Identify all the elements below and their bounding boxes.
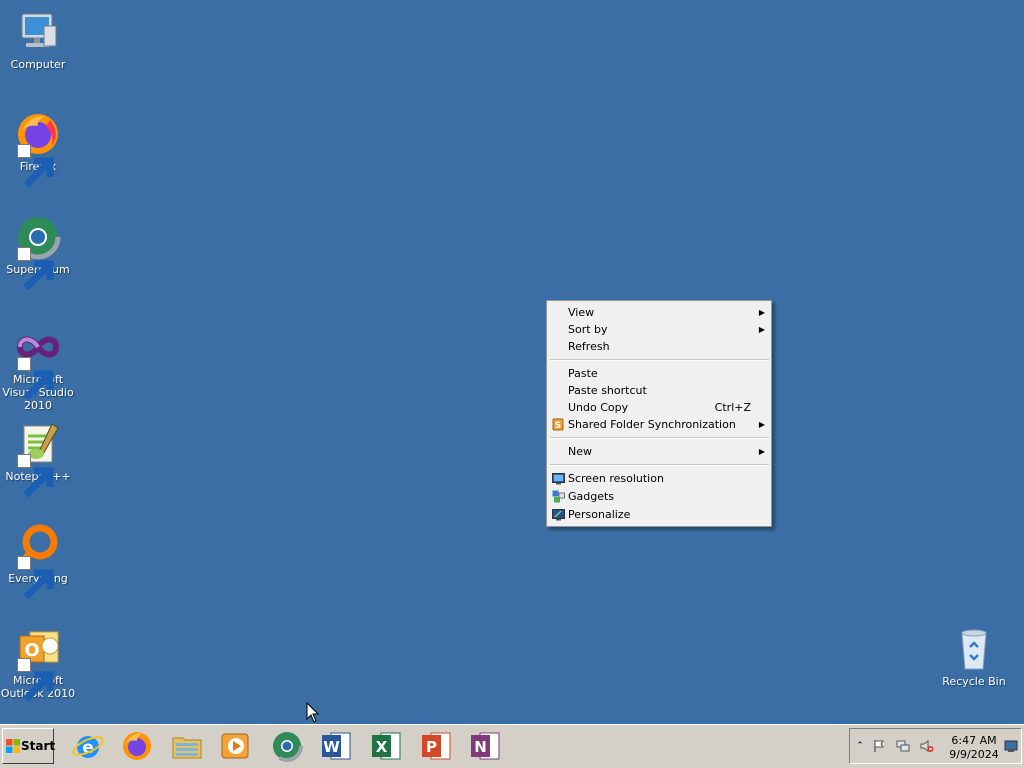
ie-icon: e bbox=[72, 736, 104, 758]
powerpoint-icon: P bbox=[422, 732, 451, 760]
desktop-icon-supermium[interactable]: Supermium bbox=[0, 213, 76, 291]
svg-text:X: X bbox=[376, 738, 388, 756]
menu-item-view[interactable]: View ▶ bbox=[547, 304, 771, 321]
taskbar: Start e W X P N ⌃ 6:47 AM 9/9/2024 bbox=[0, 724, 1024, 768]
firefox-icon bbox=[123, 732, 151, 760]
word-icon: W bbox=[322, 732, 351, 760]
start-button[interactable]: Start bbox=[2, 728, 56, 764]
clock-date: 9/9/2024 bbox=[949, 748, 999, 761]
outlook-icon: O bbox=[14, 624, 62, 702]
menu-item-label: Personalize bbox=[568, 508, 631, 521]
mouse-cursor-icon bbox=[306, 701, 320, 724]
visual-studio-icon bbox=[14, 323, 62, 401]
shortcut-arrow-icon bbox=[17, 144, 54, 188]
shortcut-arrow-icon bbox=[17, 658, 54, 702]
menu-item-new[interactable]: New ▶ bbox=[547, 443, 771, 460]
system-tray: ⌃ 6:47 AM 9/9/2024 bbox=[849, 728, 1022, 764]
screen-resolution-icon bbox=[552, 472, 565, 485]
menu-item-accelerator: Ctrl+Z bbox=[714, 401, 751, 414]
desktop-context-menu: View ▶ Sort by ▶ Refresh Paste Paste sho… bbox=[546, 300, 772, 527]
network-icon[interactable] bbox=[896, 739, 910, 753]
menu-item-personalize[interactable]: Personalize bbox=[547, 506, 771, 524]
taskbar-explorer[interactable] bbox=[170, 729, 204, 763]
menu-item-undo-copy[interactable]: Undo Copy Ctrl+Z bbox=[547, 399, 771, 416]
explorer-icon bbox=[172, 737, 202, 759]
taskbar-onenote[interactable]: N bbox=[468, 729, 502, 763]
svg-text:N: N bbox=[474, 738, 487, 756]
show-hidden-icons-icon[interactable]: ⌃ bbox=[853, 739, 867, 753]
notepadpp-icon bbox=[14, 420, 62, 498]
everything-icon bbox=[14, 522, 62, 600]
start-label: Start bbox=[21, 739, 56, 753]
action-center-flag-icon[interactable] bbox=[872, 739, 886, 753]
menu-separator bbox=[550, 437, 769, 439]
shortcut-arrow-icon bbox=[17, 247, 54, 291]
onenote-icon: N bbox=[471, 732, 500, 760]
taskbar-word[interactable]: W bbox=[319, 729, 353, 763]
taskbar-powerpoint[interactable]: P bbox=[419, 729, 453, 763]
desktop-icon-everything[interactable]: Everything bbox=[0, 522, 76, 600]
supermium-icon bbox=[14, 213, 62, 291]
desktop-icon-recycle-bin[interactable]: Recycle Bin bbox=[936, 625, 1012, 688]
taskbar-excel[interactable]: X bbox=[369, 729, 403, 763]
clock-time: 6:47 AM bbox=[951, 734, 997, 747]
menu-item-label: Shared Folder Synchronization bbox=[568, 418, 736, 431]
desktop-icon-computer[interactable]: Computer bbox=[0, 8, 76, 71]
recycle-bin-icon bbox=[950, 625, 998, 673]
menu-item-gadgets[interactable]: Gadgets bbox=[547, 488, 771, 506]
menu-item-label: Refresh bbox=[568, 340, 610, 353]
computer-icon bbox=[14, 8, 62, 56]
taskbar-media-player[interactable] bbox=[219, 729, 253, 763]
menu-item-label: Screen resolution bbox=[568, 472, 664, 485]
svg-text:W: W bbox=[323, 738, 340, 756]
personalize-icon bbox=[552, 508, 565, 521]
shortcut-arrow-icon bbox=[17, 357, 54, 401]
desktop-icon-visual-studio[interactable]: Microsoft Visual Studio 2010 bbox=[0, 323, 76, 412]
menu-item-label: Sort by bbox=[568, 323, 608, 336]
menu-item-paste[interactable]: Paste bbox=[547, 365, 771, 382]
menu-item-paste-shortcut[interactable]: Paste shortcut bbox=[547, 382, 771, 399]
desktop-icon-outlook[interactable]: O Microsoft Outlook 2010 bbox=[0, 624, 76, 702]
supermium-icon bbox=[271, 730, 303, 762]
gadgets-icon bbox=[552, 490, 565, 503]
menu-item-label: New bbox=[568, 445, 592, 458]
menu-separator bbox=[550, 359, 769, 361]
desktop-icon-label: Recycle Bin bbox=[942, 675, 1006, 688]
submenu-arrow-icon: ▶ bbox=[758, 420, 765, 429]
sync-icon: S bbox=[552, 418, 565, 431]
menu-item-label: View bbox=[568, 306, 595, 319]
windows-logo-icon bbox=[6, 739, 20, 753]
menu-item-sort-by[interactable]: Sort by ▶ bbox=[547, 321, 771, 338]
svg-text:S: S bbox=[555, 421, 561, 431]
menu-item-label: Paste bbox=[568, 367, 598, 380]
menu-item-label: Gadgets bbox=[568, 490, 615, 503]
excel-icon: X bbox=[372, 732, 401, 760]
show-desktop-icon[interactable] bbox=[1004, 739, 1018, 753]
volume-muted-icon[interactable] bbox=[920, 739, 934, 753]
firefox-icon bbox=[14, 110, 62, 188]
submenu-arrow-icon: ▶ bbox=[758, 447, 765, 456]
taskbar-firefox[interactable] bbox=[120, 729, 154, 763]
svg-text:P: P bbox=[426, 738, 437, 756]
shortcut-arrow-icon bbox=[17, 556, 54, 600]
submenu-arrow-icon: ▶ bbox=[758, 325, 765, 334]
desktop-icon-firefox[interactable]: Firefox bbox=[0, 110, 76, 188]
submenu-arrow-icon: ▶ bbox=[758, 308, 765, 317]
menu-separator bbox=[550, 464, 769, 466]
taskbar-supermium[interactable] bbox=[270, 729, 304, 763]
menu-item-label: Paste shortcut bbox=[568, 384, 647, 397]
menu-item-shared-folder-sync[interactable]: S Shared Folder Synchronization ▶ bbox=[547, 416, 771, 433]
shortcut-arrow-icon bbox=[17, 454, 54, 498]
menu-item-label: Undo Copy bbox=[568, 401, 629, 414]
media-player-icon bbox=[221, 733, 249, 759]
desktop-icon-label: Computer bbox=[10, 58, 66, 71]
taskbar-ie[interactable]: e bbox=[71, 729, 105, 763]
clock[interactable]: 6:47 AM 9/9/2024 bbox=[946, 734, 1002, 762]
menu-item-screen-resolution[interactable]: Screen resolution bbox=[547, 470, 771, 488]
menu-item-refresh[interactable]: Refresh bbox=[547, 338, 771, 355]
desktop-icon-notepadpp[interactable]: Notepad++ bbox=[0, 420, 76, 498]
